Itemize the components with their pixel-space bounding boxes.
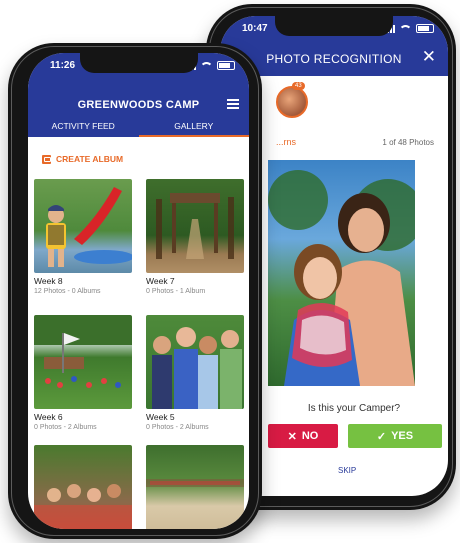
- album-thumbnail: [146, 179, 244, 273]
- battery-icon: [416, 24, 434, 33]
- menu-icon[interactable]: [227, 99, 239, 111]
- crowd-field-illustration: [146, 479, 244, 487]
- field-photo-illustration: [34, 315, 132, 388]
- x-icon: ✕: [287, 430, 297, 443]
- album-thumbnail: [146, 445, 244, 529]
- album-meta: 0 Photos - 1 Album: [146, 288, 206, 295]
- phone-notch: [275, 16, 393, 36]
- album-name: Week 5: [146, 412, 175, 422]
- album-icon: [42, 154, 51, 164]
- tab-activity-feed[interactable]: ACTIVITY FEED: [28, 113, 139, 137]
- camp-gate-illustration: [156, 193, 234, 259]
- campers-photo-illustration: [268, 170, 415, 386]
- album-name: Week 8: [34, 276, 63, 286]
- create-album-label: CREATE ALBUM: [56, 154, 124, 164]
- phone-gallery: 11:26 GREENWOODS CAMP ACTIVITY FEED GALL…: [8, 43, 262, 539]
- album-card[interactable]: [34, 445, 132, 529]
- skip-link[interactable]: SKIP: [338, 466, 356, 475]
- face-thumbnail[interactable]: [276, 86, 308, 118]
- yes-button-label: YES: [391, 430, 414, 442]
- create-album-button[interactable]: CREATE ALBUM: [42, 154, 123, 164]
- album-card[interactable]: [146, 445, 244, 529]
- camp-title: GREENWOODS CAMP: [77, 99, 200, 111]
- album-thumbnail: [34, 445, 132, 529]
- photo-counter: 1 of 48 Photos: [382, 138, 434, 147]
- wifi-icon: [399, 24, 412, 33]
- album-name: Week 7: [146, 276, 175, 286]
- album-thumbnail: [34, 315, 132, 409]
- kayak-photo-illustration: [46, 187, 132, 267]
- album-meta: 0 Photos - 2 Albums: [146, 424, 209, 431]
- gallery-screen: 11:26 GREENWOODS CAMP ACTIVITY FEED GALL…: [28, 53, 249, 529]
- no-button[interactable]: ✕ NO: [268, 424, 338, 448]
- recognition-photo: [268, 160, 415, 386]
- album-meta: 12 Photos - 0 Albums: [34, 288, 101, 295]
- face-count-badge: 43: [292, 82, 305, 90]
- camper-name-label: ...rns: [276, 137, 297, 147]
- close-icon[interactable]: ✕: [422, 47, 436, 67]
- phone-notch: [79, 53, 198, 73]
- album-card[interactable]: Week 6 0 Photos - 2 Albums: [34, 315, 132, 431]
- album-thumbnail: [146, 315, 244, 409]
- wifi-icon: [200, 61, 213, 70]
- album-thumbnail: [34, 179, 132, 273]
- recognition-question: Is this your Camper?: [307, 403, 401, 414]
- tab-bar: ACTIVITY FEED GALLERY: [28, 113, 249, 137]
- tab-gallery[interactable]: GALLERY: [138, 113, 249, 137]
- check-icon: ✓: [376, 430, 387, 443]
- album-card[interactable]: Week 5 0 Photos - 2 Albums: [146, 315, 244, 431]
- album-card[interactable]: Week 8 12 Photos - 0 Albums: [34, 179, 132, 295]
- status-time: 11:26: [50, 60, 76, 71]
- album-name: Week 6: [34, 412, 63, 422]
- status-time: 10:47: [242, 23, 268, 34]
- album-meta: 0 Photos - 2 Albums: [34, 424, 97, 431]
- boys-group-illustration: [152, 327, 242, 409]
- yes-button[interactable]: ✓ YES: [348, 424, 442, 448]
- no-button-label: NO: [301, 430, 319, 442]
- battery-icon: [217, 61, 235, 70]
- campfire-group-illustration: [34, 484, 132, 529]
- album-card[interactable]: Week 7 0 Photos - 1 Album: [146, 179, 244, 295]
